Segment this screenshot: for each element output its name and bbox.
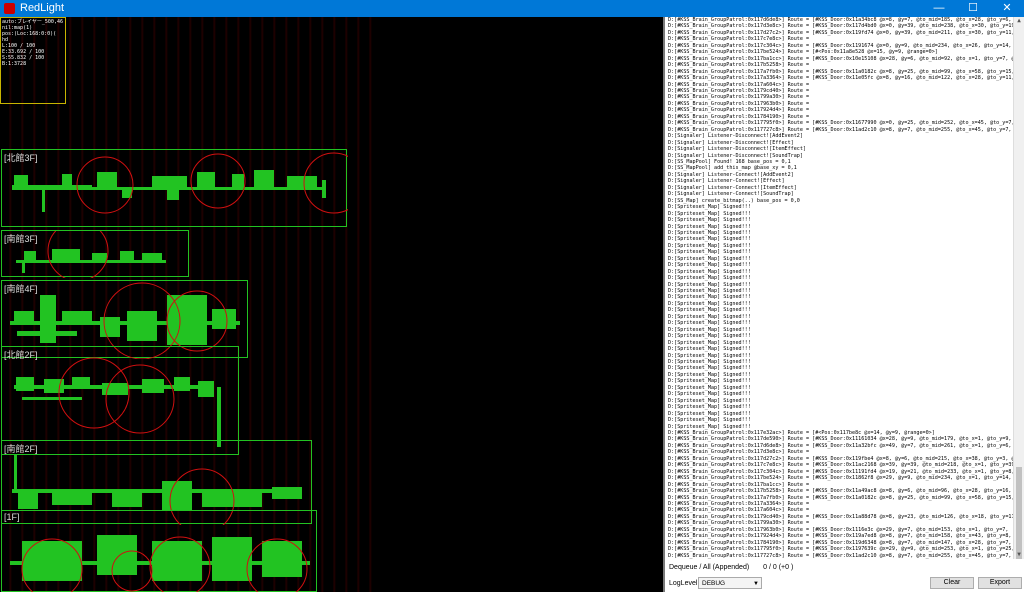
debug-overlay: auto:ブレイヤー_500,46 nil:map(1) pos:(Loc:168:… — [0, 17, 66, 104]
log-line: D:[#KSS_Brain_GroupPatrol:0x117795f0>] R… — [668, 546, 1015, 553]
maximize-button[interactable]: ☐ — [956, 0, 990, 17]
loglevel-label: LogLevel — [669, 580, 698, 587]
loglevel-select[interactable]: DEBUG ▼ — [698, 577, 762, 589]
floor-1f: [1F] — [1, 510, 317, 592]
dequeue-status: Dequeue / All (Appended) 0 / 0 (+0 ) — [669, 564, 793, 571]
dequeue-label: Dequeue / All (Appended) — [669, 564, 750, 571]
loglevel-value: DEBUG — [702, 580, 726, 587]
floor-south-3f: [南館3F] — [1, 230, 189, 278]
log-line: D:[#KSS_Brain_GroupPatrol:0x117795f0>] R… — [668, 120, 1015, 127]
floor-map-graphic — [10, 535, 310, 592]
log-scrollbar[interactable]: ▲ ▼ — [1013, 17, 1024, 559]
app-icon — [4, 3, 15, 14]
log-line: D:[#KSS_Brain_GroupPatrol:0x117a3364>] R… — [668, 75, 1015, 82]
log-line: D:[#KSS_Brain_GroupPatrol:0x117d3e8c>] R… — [668, 23, 1015, 30]
chevron-down-icon: ▼ — [753, 581, 759, 587]
log-line: D:[#KSS_Brain_GroupPatrol:0x117b5258>] R… — [668, 488, 1012, 495]
clear-button[interactable]: Clear — [930, 577, 974, 589]
log-line: D:[#KSS_Brain_GroupPatrol:0x117de590>] R… — [668, 436, 1012, 443]
scroll-down-icon[interactable]: ▼ — [1015, 551, 1023, 559]
floor-map-graphic — [16, 231, 166, 278]
log-line: D:[#KSS_Brain_GroupPatrol:0x117924d4>] R… — [668, 533, 1012, 540]
floor-north-2f: [北館2F] — [1, 346, 239, 455]
floor-north-3f: [北館3F] — [1, 149, 348, 227]
log-panel: D:[#KSS_Brain_GroupPatrol:0x117d6de8>] R… — [663, 17, 1024, 592]
floor-map-graphic — [12, 152, 348, 214]
minimize-button[interactable]: — — [922, 0, 956, 17]
title-bar: RedLight — ☐ ✕ — [0, 0, 1024, 17]
scroll-thumb[interactable] — [1016, 467, 1022, 559]
dequeue-counts: 0 / 0 (+0 ) — [763, 564, 794, 571]
log-line: D:[#KSS_Brain_GroupPatrol:0x117727c8>] R… — [668, 552, 1012, 559]
log-line: D:[#KSS_Brain_GroupPatrol:0x117c7e8c>] R… — [668, 462, 1017, 469]
export-button[interactable]: Export — [978, 577, 1022, 589]
window-title: RedLight — [20, 2, 65, 14]
log-line: D:[#KSS_Brain_GroupPatrol:0x117be524>] R… — [668, 475, 1012, 482]
debug-line: pos:(Loc:168:0:0)( — [2, 31, 57, 37]
map-view[interactable]: auto:ブレイヤー_500,46 nil:map(1) pos:(Loc:168:… — [0, 17, 663, 592]
scroll-up-icon[interactable]: ▲ — [1015, 17, 1023, 25]
close-button[interactable]: ✕ — [990, 0, 1024, 17]
debug-line: B:1:3728 — [2, 61, 27, 67]
log-output[interactable]: D:[#KSS_Brain_GroupPatrol:0x117d6de8>] R… — [665, 17, 1017, 559]
